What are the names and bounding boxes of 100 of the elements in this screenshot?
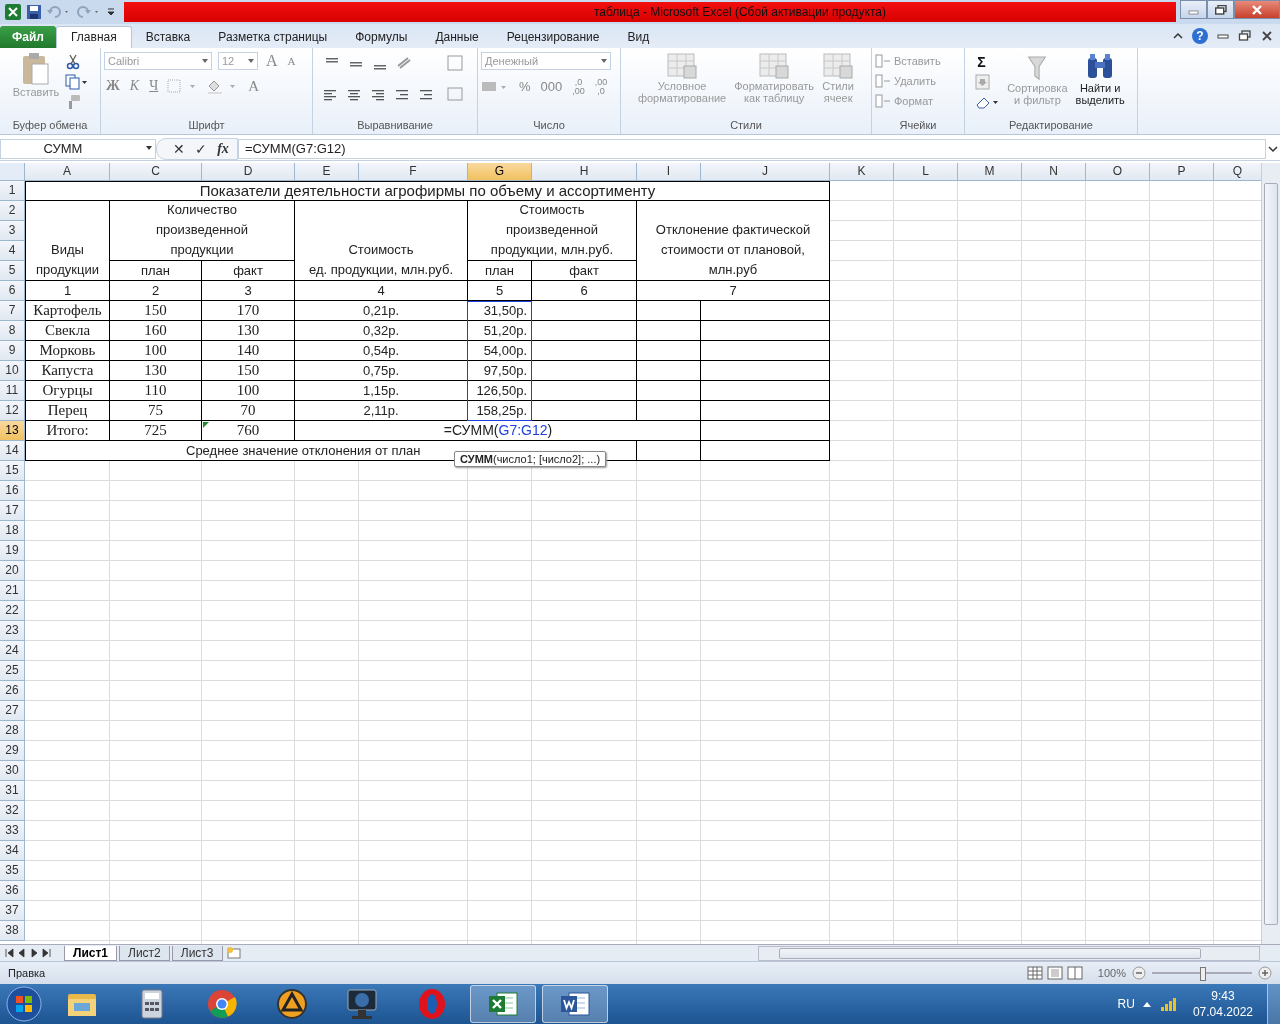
- autosum-button[interactable]: Σ: [975, 53, 988, 70]
- column-header[interactable]: N: [1022, 162, 1086, 181]
- column-header[interactable]: I: [637, 162, 701, 181]
- row-header[interactable]: 20: [0, 560, 25, 581]
- column-header[interactable]: E: [295, 162, 359, 181]
- row-header[interactable]: 17: [0, 500, 25, 521]
- row-header[interactable]: 22: [0, 600, 25, 621]
- row-header[interactable]: 15: [0, 460, 25, 481]
- row-header[interactable]: 11: [0, 380, 25, 401]
- percent-button[interactable]: %: [517, 79, 533, 95]
- start-button-icon[interactable]: [4, 984, 44, 1024]
- decrease-decimal-button[interactable]: ,00 ,0: [592, 77, 610, 96]
- row-header[interactable]: 37: [0, 900, 25, 921]
- row-header[interactable]: 8: [0, 320, 25, 341]
- column-header[interactable]: G: [468, 162, 532, 181]
- ribbon-tab[interactable]: Данные: [421, 25, 493, 48]
- row-header[interactable]: 32: [0, 800, 25, 821]
- ribbon-tab[interactable]: Главная: [56, 25, 132, 48]
- row-header[interactable]: 30: [0, 760, 25, 781]
- sheet-tab[interactable]: Лист2: [119, 945, 170, 961]
- copy-icon[interactable]: [65, 73, 90, 90]
- enter-button[interactable]: ✓: [193, 140, 209, 157]
- row-header[interactable]: 12: [0, 400, 25, 421]
- save-icon[interactable]: [26, 3, 42, 20]
- row-header[interactable]: 36: [0, 880, 25, 901]
- row-header[interactable]: 6: [0, 280, 25, 301]
- column-header[interactable]: J: [701, 162, 830, 181]
- file-tab[interactable]: Файл: [0, 25, 56, 48]
- row-header[interactable]: 23: [0, 620, 25, 641]
- formula-field[interactable]: =СУММ(G7:G12): [238, 138, 1266, 159]
- zoom-in-icon[interactable]: [1258, 966, 1272, 980]
- restore-button[interactable]: [1207, 0, 1234, 19]
- ribbon-tab[interactable]: Формулы: [341, 25, 422, 48]
- row-header[interactable]: 19: [0, 540, 25, 561]
- editing-button[interactable]: Найти и выделить: [1073, 51, 1127, 106]
- horizontal-scrollbar[interactable]: [758, 945, 1260, 961]
- restore-icon[interactable]: [1238, 29, 1252, 42]
- row-header[interactable]: 13: [0, 420, 25, 441]
- row-header[interactable]: 1: [0, 180, 25, 201]
- row-header[interactable]: 34: [0, 840, 25, 861]
- vertical-scrollbar[interactable]: [1261, 162, 1280, 945]
- row-header[interactable]: 14: [0, 440, 25, 461]
- row-header[interactable]: 21: [0, 580, 25, 601]
- row-header[interactable]: 38: [0, 920, 25, 941]
- grow-font-button[interactable]: A: [264, 51, 280, 70]
- help-button[interactable]: ?: [1192, 27, 1208, 44]
- zoom-out-icon[interactable]: [1132, 966, 1146, 980]
- column-header[interactable]: O: [1086, 162, 1150, 181]
- column-header[interactable]: P: [1150, 162, 1214, 181]
- increase-decimal-button[interactable]: ,0 ,00: [570, 77, 587, 96]
- column-header[interactable]: A: [25, 162, 110, 181]
- signal-icon[interactable]: [1158, 996, 1179, 1012]
- insert-function-button[interactable]: fx: [215, 140, 231, 157]
- column-header[interactable]: M: [958, 162, 1022, 181]
- row-header[interactable]: 29: [0, 740, 25, 761]
- close-icon[interactable]: [1260, 29, 1274, 42]
- column-header[interactable]: F: [359, 162, 468, 181]
- excel-taskbar-icon[interactable]: [470, 985, 536, 1023]
- language-indicator[interactable]: RU: [1117, 997, 1135, 1011]
- row-header[interactable]: 25: [0, 660, 25, 681]
- row-header[interactable]: 7: [0, 300, 25, 321]
- collapse-ribbon-icon[interactable]: [1172, 30, 1184, 41]
- sheet-tab[interactable]: Лист1: [64, 945, 118, 961]
- row-header[interactable]: 5: [0, 260, 25, 281]
- row-header[interactable]: 18: [0, 520, 25, 541]
- row-header[interactable]: 16: [0, 480, 25, 501]
- ribbon-tab[interactable]: Вид: [613, 25, 664, 48]
- column-header[interactable]: C: [110, 162, 202, 181]
- cut-icon[interactable]: [65, 53, 82, 70]
- row-header[interactable]: 27: [0, 700, 25, 721]
- show-desktop-button[interactable]: [1267, 984, 1280, 1024]
- sheet-tab[interactable]: Лист3: [171, 945, 223, 961]
- row-header[interactable]: 2: [0, 200, 25, 221]
- close-button[interactable]: [1234, 0, 1280, 19]
- row-header[interactable]: 28: [0, 720, 25, 741]
- name-box[interactable]: СУММ: [0, 138, 156, 159]
- row-header[interactable]: 9: [0, 340, 25, 361]
- row-header[interactable]: 31: [0, 780, 25, 801]
- column-header[interactable]: D: [202, 162, 295, 181]
- column-header[interactable]: H: [532, 162, 637, 181]
- column-header[interactable]: Q: [1214, 162, 1261, 181]
- row-header[interactable]: 26: [0, 680, 25, 701]
- cancel-button[interactable]: ✕: [171, 140, 187, 157]
- cell-editor-text[interactable]: =СУММ(G7:G12): [443, 422, 553, 439]
- ribbon-tab[interactable]: Вставка: [131, 25, 205, 48]
- thousands-button[interactable]: 000: [538, 79, 565, 95]
- shrink-font-button[interactable]: A: [285, 54, 298, 67]
- column-header[interactable]: L: [894, 162, 958, 181]
- row-header[interactable]: 3: [0, 220, 25, 241]
- row-header[interactable]: 4: [0, 240, 25, 261]
- zoom-slider-thumb[interactable]: [1200, 967, 1206, 981]
- row-header[interactable]: 24: [0, 640, 25, 661]
- view-buttons-icon[interactable]: [1025, 966, 1086, 980]
- row-header[interactable]: 35: [0, 860, 25, 881]
- word-taskbar-icon[interactable]: [542, 985, 608, 1023]
- column-header[interactable]: K: [830, 162, 894, 181]
- row-header[interactable]: 33: [0, 820, 25, 841]
- underline-button[interactable]: Ч: [147, 78, 161, 95]
- ribbon-tab[interactable]: Рецензирование: [492, 25, 614, 48]
- clock[interactable]: 9:43 07.04.2022: [1184, 988, 1261, 1020]
